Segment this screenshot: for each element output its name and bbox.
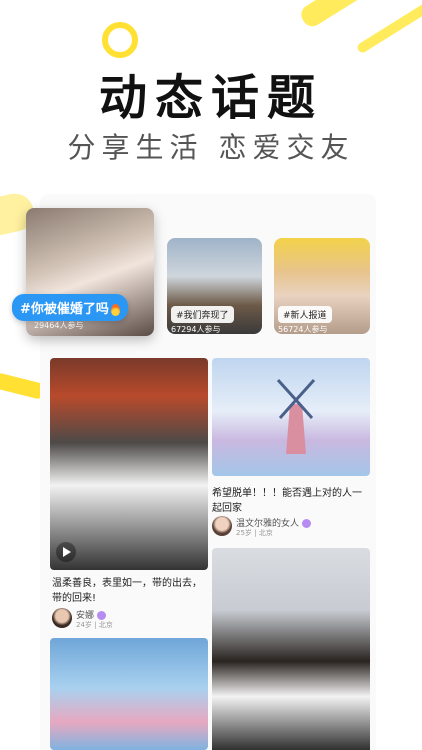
decorative-ring [102, 22, 138, 58]
author-meta: 25岁 | 北京 [236, 529, 273, 537]
page-title: 动态话题 [98, 70, 323, 126]
topic-card[interactable]: #我们奔现了 67294人参与 [167, 238, 262, 334]
author-meta: 24岁 | 北京 [76, 621, 113, 629]
topic-participant-count: 29464人参与 [34, 321, 84, 330]
topic-tag: #新人报道 [278, 306, 332, 323]
decorative-stripe [355, 0, 422, 55]
topic-tag-featured[interactable]: #你被催婚了吗 [12, 294, 128, 321]
topic-participant-count: 67294人参与 [171, 325, 221, 334]
fire-icon [110, 303, 120, 316]
verified-icon [97, 611, 107, 620]
play-icon[interactable] [56, 542, 76, 562]
topic-tag: #我们奔现了 [171, 306, 234, 323]
topic-participant-count: 56724人参与 [278, 325, 328, 334]
avatar[interactable] [52, 608, 72, 628]
feed-photo[interactable] [50, 358, 208, 570]
avatar[interactable] [212, 516, 232, 536]
feed-post-text[interactable]: 温柔善良，表里如一，带的出去，带的回来! [52, 576, 206, 606]
feed-photo[interactable] [212, 548, 370, 750]
feed-post-text[interactable]: 希望脱单！！！能否遇上对的人一起回家 [212, 486, 370, 516]
windmill-illustration-icon [276, 378, 316, 454]
topic-card[interactable]: #新人报道 56724人参与 [274, 238, 370, 334]
page-subtitle: 分享生活 恋爱交友 [67, 131, 355, 164]
topic-tag-label: #你被催婚了吗 [20, 302, 109, 317]
verified-icon [302, 519, 312, 528]
feed-photo[interactable] [50, 638, 208, 750]
